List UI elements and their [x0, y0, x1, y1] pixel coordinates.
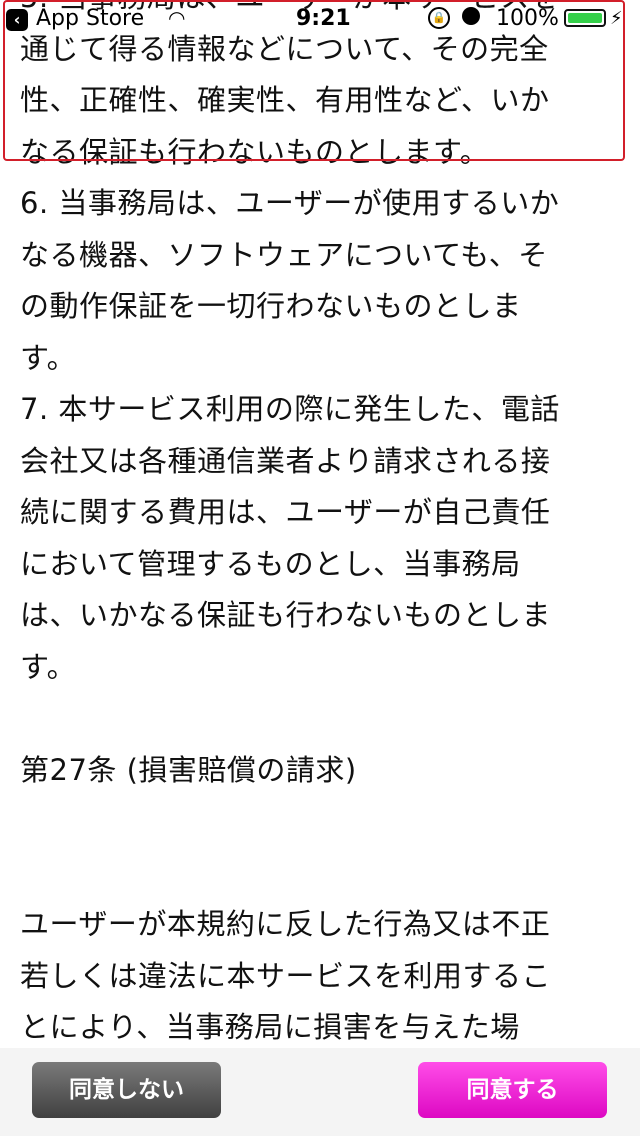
- footer-bar: 同意しない 同意する: [0, 1048, 640, 1136]
- charging-bolt-icon: ⚡: [610, 8, 623, 29]
- status-bar: ‹ App Store ◠ 9:21 🔒 100% ⚡: [0, 0, 640, 40]
- terms-text: 5. 当事務局は、ユーザーが本サービスを通じて得る情報などについて、その完全性、…: [20, 0, 620, 1048]
- text-line: 第27条 (損害賠償の請求): [20, 752, 357, 787]
- text-line: なる機器、ソフトウェアについても、そ: [20, 237, 548, 272]
- text-line: 6. 当事務局は、ユーザーが使用するいか: [20, 186, 560, 220]
- text-line: において管理するものとし、当事務局: [20, 546, 521, 581]
- text-line: 性、正確性、確実性、有用性など、いか: [20, 83, 550, 117]
- battery-icon: [564, 9, 606, 27]
- back-chevron-icon[interactable]: ‹: [6, 9, 28, 31]
- text-line: す。: [20, 649, 77, 684]
- text-line: なる保証も行わないものとします。: [20, 134, 490, 169]
- wifi-icon: ◠: [168, 6, 186, 30]
- rotation-lock-icon: 🔒: [428, 7, 450, 29]
- text-line: 続に関する費用は、ユーザーが自己責任: [20, 495, 551, 529]
- agree-button[interactable]: 同意する: [418, 1062, 607, 1118]
- back-to-app-store[interactable]: App Store: [36, 6, 144, 31]
- text-line: ユーザーが本規約に反した行為又は不正: [20, 907, 551, 941]
- disagree-button[interactable]: 同意しない: [32, 1062, 221, 1118]
- text-line: す。: [20, 340, 77, 375]
- text-line: の動作保証を一切行わないものとしま: [20, 289, 522, 323]
- alarm-icon: [462, 7, 480, 25]
- text-line: 若しくは違法に本サービスを利用するこ: [20, 958, 552, 993]
- status-time: 9:21: [296, 6, 351, 31]
- text-line: は、いかなる保証も行わないものとしま: [20, 598, 552, 632]
- text-line: 7. 本サービス利用の際に発生した、電話: [20, 392, 560, 426]
- text-line: 会社又は各種通信業者より請求される接: [20, 443, 551, 478]
- terms-scroll-view[interactable]: 5. 当事務局は、ユーザーが本サービスを通じて得る情報などについて、その完全性、…: [0, 0, 640, 1048]
- battery-percent: 100%: [496, 6, 559, 31]
- text-line: とにより、当事務局に損害を与えた場: [20, 1010, 520, 1044]
